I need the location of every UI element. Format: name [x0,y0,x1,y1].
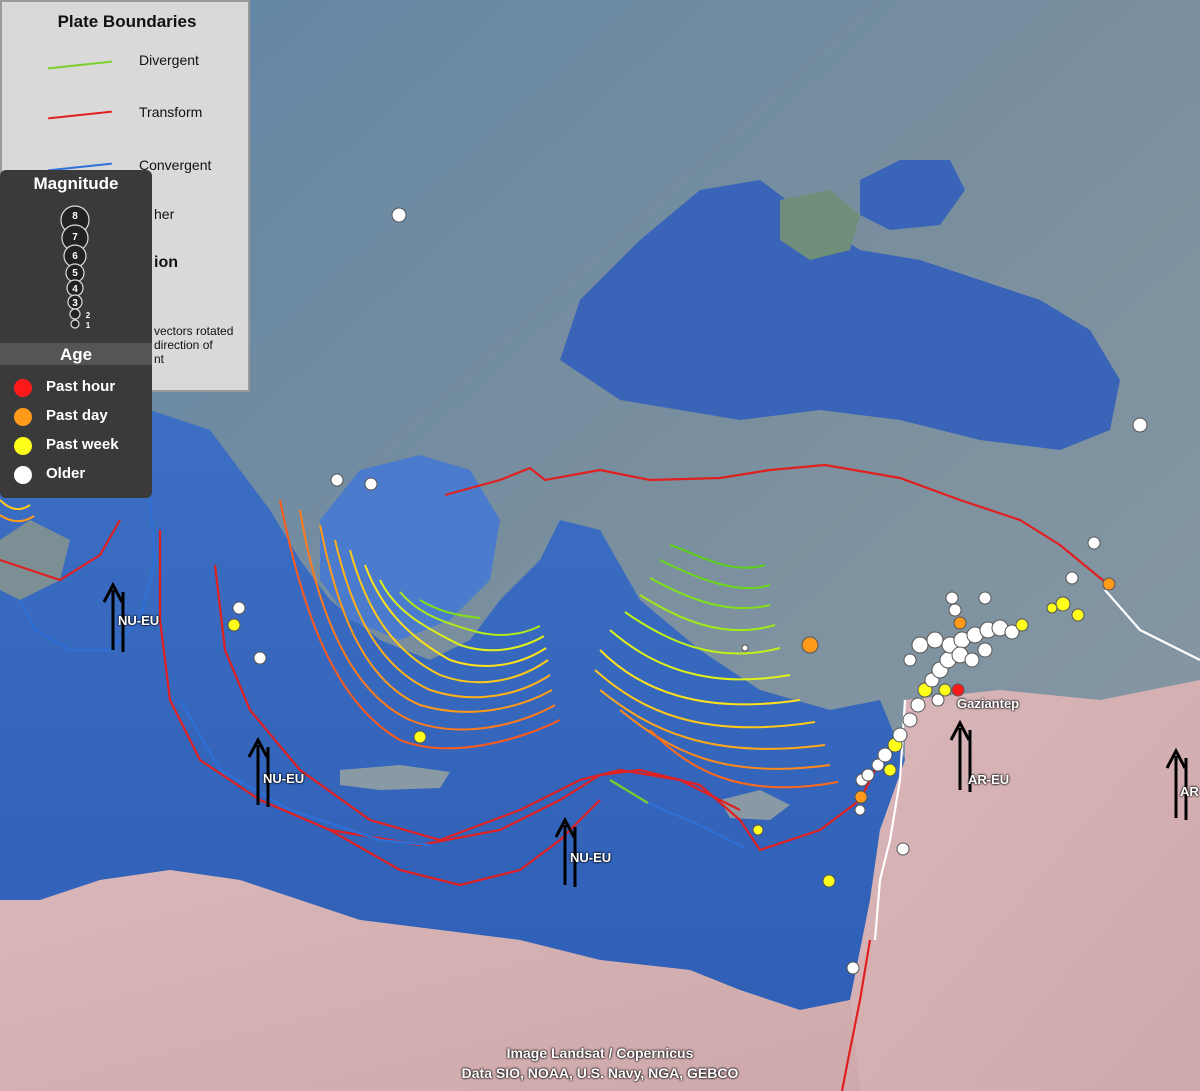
magnitude-label-7: 7 [72,232,78,243]
magnitude-title: Magnitude [33,174,119,193]
magnitude-legend: Magnitude 8 7 6 5 4 3 2 1 [0,170,152,342]
magnitude-label-3: 3 [72,298,78,309]
legend-transform: Transform [139,104,203,120]
past-week-swatch [14,437,32,455]
age-title: Age [0,343,152,365]
divergent-swatch [48,60,112,70]
plate-label-nu-eu-1: NU-EU [118,613,160,628]
plate-boundaries-title: Plate Boundaries [57,12,197,31]
legend-note-3: nt [154,352,165,366]
legend-other-partial: her [154,206,175,222]
plate-label-nu-eu-2: NU-EU [263,771,305,786]
magnitude-label-2: 2 [86,311,91,320]
age-legend: Age Past hour Past day Past week Older [0,342,152,498]
plate-label-ar-eu: AR-EU [968,772,1010,787]
magnitude-circles: 8 7 6 5 4 3 2 1 [60,205,91,330]
imagery-credit: Image Landsat / Copernicus [506,1045,694,1061]
transform-swatch [48,110,112,120]
legend-note-1: vectors rotated [154,324,234,338]
legend-motion-partial: ion [154,254,178,271]
older-label: Older [46,465,86,482]
past-week-label: Past week [46,436,119,453]
magnitude-label-1: 1 [86,321,91,330]
plate-label-nu-eu-3: NU-EU [570,850,612,865]
older-swatch [14,466,32,484]
magnitude-label-6: 6 [72,251,78,262]
past-hour-label: Past hour [46,378,116,395]
past-day-label: Past day [46,407,108,424]
past-hour-swatch [14,379,32,397]
data-credit: Data SIO, NOAA, U.S. Navy, NGA, GEBCO [461,1065,739,1081]
magnitude-label-4: 4 [72,284,78,295]
magnitude-label-8: 8 [72,211,78,222]
past-day-swatch [14,408,32,426]
legend-note-2: direction of [154,338,213,352]
magnitude-label-5: 5 [72,268,78,279]
city-label-gaziantep: Gaziantep [957,696,1020,711]
legend-divergent: Divergent [139,52,199,68]
plate-label-ar: AR [1180,784,1199,799]
